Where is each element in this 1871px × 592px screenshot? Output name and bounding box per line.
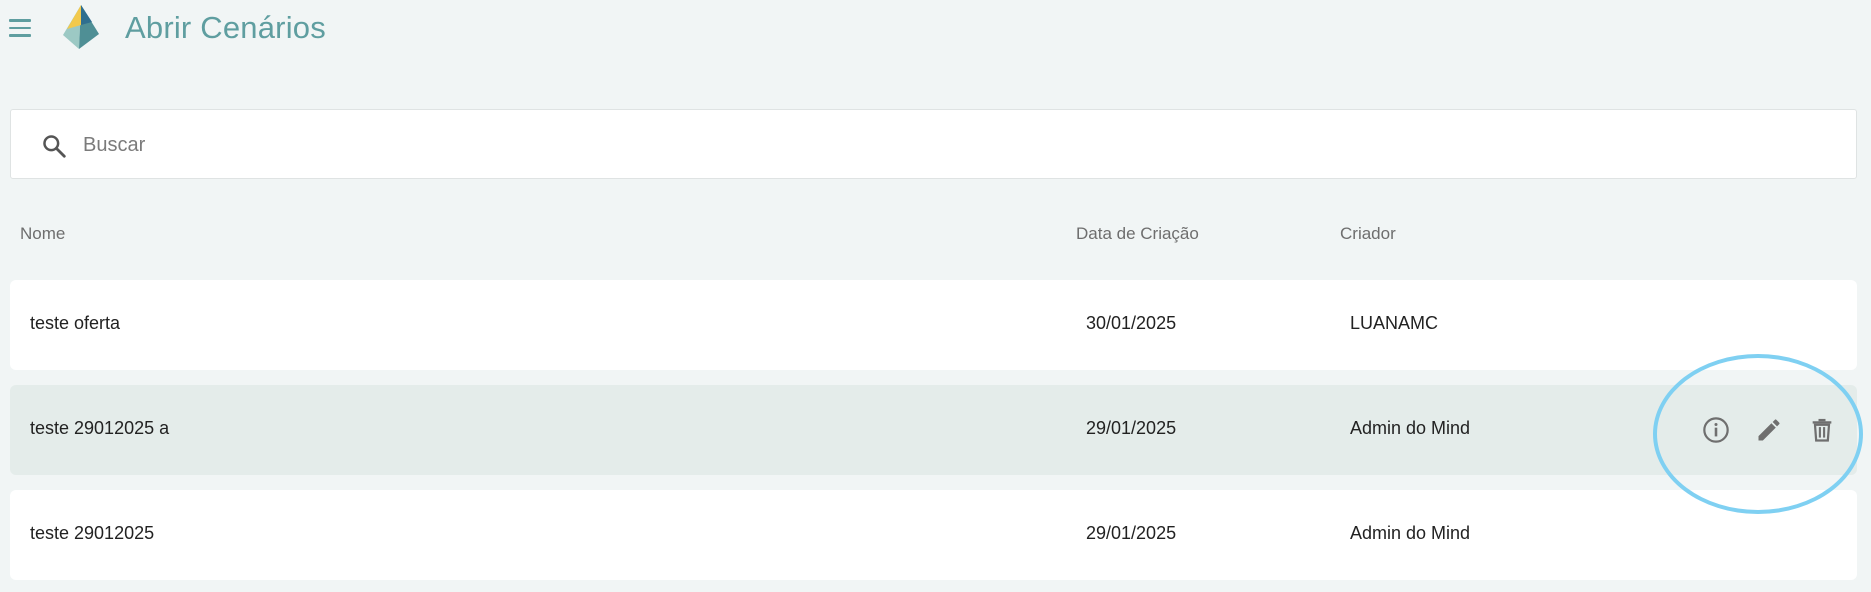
hamburger-menu-icon[interactable] [6, 14, 34, 42]
row-creator: Admin do Mind [1350, 418, 1471, 438]
search-bar [10, 109, 1857, 179]
menu-bar [9, 19, 31, 22]
delete-trash-icon[interactable] [1806, 414, 1838, 446]
row-date: 29/01/2025 [1086, 418, 1177, 438]
app-window: Abrir Cenários Nome Data de Criação Cria… [0, 0, 1871, 592]
info-icon[interactable] [1700, 414, 1732, 446]
table-row[interactable]: teste 29012025 29/01/2025 Admin do Mind [10, 490, 1857, 580]
row-date: 29/01/2025 [1086, 523, 1177, 543]
row-creator: LUANAMC [1350, 313, 1439, 333]
row-date: 30/01/2025 [1086, 313, 1177, 333]
row-actions [1700, 414, 1838, 446]
row-name: teste 29012025 [30, 523, 155, 543]
row-name: teste oferta [30, 313, 121, 333]
table-row[interactable]: teste 29012025 a 29/01/2025 Admin do Min… [10, 385, 1857, 475]
edit-pencil-icon[interactable] [1753, 414, 1785, 446]
search-icon [43, 135, 66, 158]
table-row[interactable]: teste oferta 30/01/2025 LUANAMC [10, 280, 1857, 370]
page-title: Abrir Cenários [125, 10, 326, 45]
menu-bar [9, 34, 31, 37]
column-header-data-criacao[interactable]: Data de Criação [1076, 224, 1199, 244]
column-header-criador[interactable]: Criador [1340, 224, 1396, 244]
pyramid-logo [63, 5, 99, 49]
menu-bar [9, 26, 31, 30]
search-input[interactable] [81, 124, 1831, 166]
app-header: Abrir Cenários [0, 0, 1871, 60]
row-creator: Admin do Mind [1350, 523, 1471, 543]
row-name: teste 29012025 a [30, 418, 170, 438]
column-header-nome[interactable]: Nome [20, 224, 65, 244]
